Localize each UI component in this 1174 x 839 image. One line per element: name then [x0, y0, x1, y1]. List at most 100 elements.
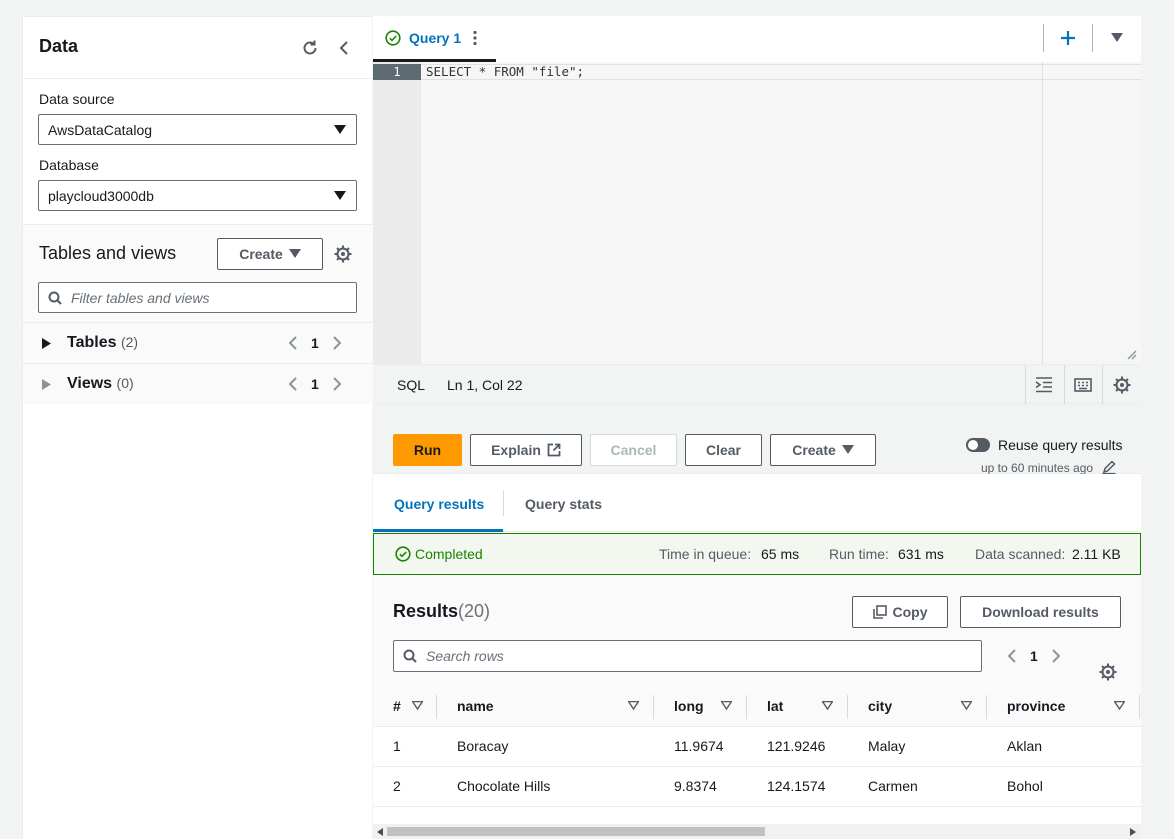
chevron-left-icon[interactable]: [289, 336, 297, 350]
column-header[interactable]: lat: [767, 698, 783, 714]
reuse-results-toggle[interactable]: [966, 438, 990, 452]
divider: [1102, 365, 1103, 405]
tab-query-stats[interactable]: Query stats: [504, 474, 634, 532]
add-query-plus-icon[interactable]: [1059, 29, 1077, 47]
tables-and-views-section: Tables and views Create Filter tables an…: [23, 224, 373, 404]
caret-right-icon[interactable]: [42, 379, 51, 390]
create-label: Create: [239, 246, 283, 262]
scroll-right-arrow-icon[interactable]: [1130, 828, 1136, 836]
caret-right-icon[interactable]: [42, 338, 51, 349]
table-row: 1 Boracay 11.9674 121.9246 Malay Aklan: [373, 727, 1141, 767]
resize-handle-icon[interactable]: [1125, 348, 1137, 360]
sort-caret-icon[interactable]: [961, 701, 972, 710]
scrollbar-thumb[interactable]: [387, 827, 765, 836]
chevron-right-icon[interactable]: [1052, 649, 1060, 663]
column-header[interactable]: name: [457, 698, 494, 714]
sort-caret-icon[interactable]: [822, 701, 833, 710]
results-pagination: 1: [1008, 648, 1060, 664]
query-actions-bar: Run Explain Cancel Clear Create Reuse qu…: [373, 404, 1141, 475]
caret-down-icon: [334, 125, 346, 135]
horizontal-scrollbar[interactable]: [373, 824, 1141, 839]
caret-down-icon: [334, 191, 346, 201]
sort-caret-icon[interactable]: [412, 701, 423, 710]
cell-index: 1: [393, 738, 401, 754]
cell-province: Aklan: [1007, 738, 1043, 754]
cancel-button[interactable]: Cancel: [590, 434, 677, 466]
column-header[interactable]: province: [1007, 698, 1065, 714]
clear-button[interactable]: Clear: [685, 434, 762, 466]
divider: [1092, 24, 1093, 52]
print-margin: [1042, 62, 1043, 364]
chevron-right-icon[interactable]: [333, 336, 341, 350]
results-page-number[interactable]: 1: [1030, 648, 1038, 664]
search-icon: [403, 649, 417, 663]
settings-gear-icon[interactable]: [333, 244, 353, 264]
query-status-bar: Completed Time in queue: 65 ms Run time:…: [373, 533, 1141, 575]
refresh-icon[interactable]: [299, 37, 321, 59]
column-divider[interactable]: [1139, 695, 1140, 719]
tab-query-1[interactable]: Query 1: [373, 16, 496, 62]
explain-button[interactable]: Explain: [470, 434, 582, 466]
tab-query-results[interactable]: Query results: [373, 474, 503, 532]
sort-caret-icon[interactable]: [1114, 701, 1125, 710]
tree-item-views[interactable]: Views (0) 1: [23, 363, 373, 403]
create-action-label: Create: [792, 442, 836, 458]
column-divider[interactable]: [436, 695, 437, 719]
data-source-label: Data source: [39, 91, 115, 107]
column-header[interactable]: #: [393, 698, 401, 714]
copy-button[interactable]: Copy: [852, 596, 948, 628]
caret-down-icon: [288, 249, 301, 259]
views-page-number[interactable]: 1: [311, 376, 319, 392]
tab-query-stats-label: Query stats: [525, 496, 603, 512]
data-source-select[interactable]: AwsDataCatalog: [38, 114, 357, 145]
create-button[interactable]: Create: [770, 434, 876, 466]
search-rows-input[interactable]: Search rows: [393, 640, 982, 672]
tab-query-results-label: Query results: [394, 496, 485, 512]
download-results-button[interactable]: Download results: [960, 596, 1121, 628]
cursor-position: Ln 1, Col 22: [447, 377, 523, 393]
cell-long: 11.9674: [674, 738, 724, 754]
results-settings-gear-icon[interactable]: [1099, 663, 1117, 681]
results-tabs: Query results Query stats: [373, 474, 1141, 532]
results-panel: Results (20) Copy Download results Searc…: [373, 575, 1141, 839]
external-link-icon: [547, 443, 561, 457]
tree-item-tables[interactable]: Tables (2) 1: [23, 322, 373, 362]
caret-down-icon[interactable]: [1111, 33, 1123, 43]
keyboard-icon[interactable]: [1074, 377, 1092, 393]
column-divider[interactable]: [986, 695, 987, 719]
cell-lat: 121.9246: [767, 738, 826, 754]
run-time-label: Run time:: [829, 546, 889, 562]
sort-caret-icon[interactable]: [721, 701, 732, 710]
format-query-icon[interactable]: [1035, 377, 1053, 393]
views-pagination: 1: [289, 376, 341, 392]
edit-pencil-icon[interactable]: [1102, 460, 1116, 474]
chevron-right-icon[interactable]: [333, 377, 341, 391]
create-table-button[interactable]: Create: [217, 238, 323, 270]
cell-lat: 124.1574: [767, 778, 826, 794]
column-header[interactable]: city: [868, 698, 892, 714]
run-button[interactable]: Run: [393, 434, 462, 466]
column-divider[interactable]: [746, 695, 747, 719]
divider: [1064, 365, 1065, 405]
collapse-panel-icon[interactable]: [333, 37, 355, 59]
more-options-icon[interactable]: [473, 30, 477, 46]
editor-settings-gear-icon[interactable]: [1113, 376, 1131, 394]
cell-index: 2: [393, 778, 401, 794]
database-select[interactable]: playcloud3000db: [38, 180, 357, 211]
filter-tables-input[interactable]: Filter tables and views: [38, 282, 357, 313]
check-circle-icon: [385, 30, 401, 46]
run-time-value: 631 ms: [898, 546, 944, 562]
chevron-left-icon[interactable]: [1008, 649, 1016, 663]
query-tab-bar: Query 1: [373, 16, 1141, 62]
scroll-left-arrow-icon[interactable]: [377, 828, 383, 836]
tables-page-number[interactable]: 1: [311, 335, 319, 351]
sql-code[interactable]: SELECT * FROM "file";: [426, 64, 584, 80]
column-divider[interactable]: [847, 695, 848, 719]
sql-editor[interactable]: 1 SELECT * FROM "file";: [373, 62, 1141, 364]
chevron-left-icon[interactable]: [289, 377, 297, 391]
column-header[interactable]: long: [674, 698, 704, 714]
reuse-results-sub: up to 60 minutes ago: [981, 461, 1094, 475]
column-divider[interactable]: [653, 695, 654, 719]
sort-caret-icon[interactable]: [628, 701, 639, 710]
query-editor-pane: Query 1 1 SELECT * FROM "file"; SQL Ln 1…: [373, 16, 1141, 839]
